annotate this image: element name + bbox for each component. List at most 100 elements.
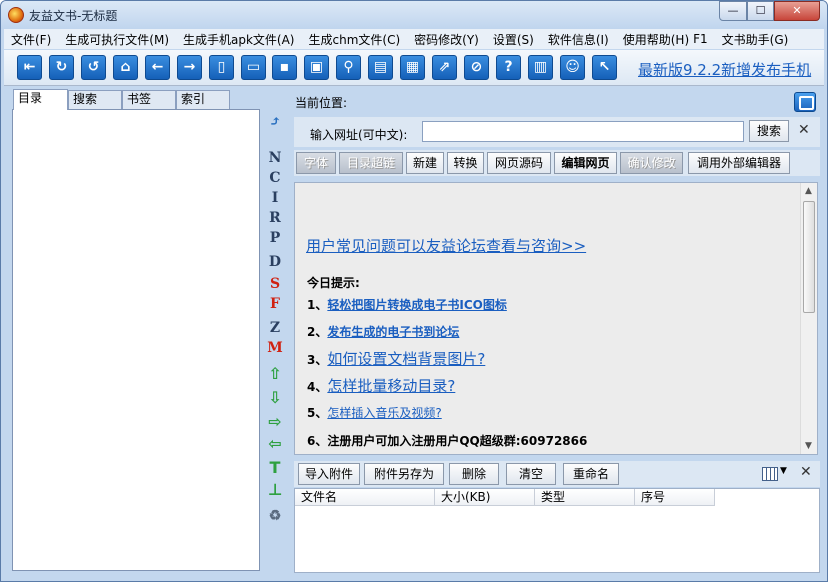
tab-search[interactable]: 搜索 bbox=[68, 90, 122, 109]
view-grid-icon[interactable] bbox=[762, 467, 778, 481]
catalog-link-button[interactable]: 目录超链 bbox=[339, 152, 403, 174]
side-tool-c[interactable]: C bbox=[266, 169, 284, 187]
help-icon[interactable]: ? bbox=[496, 55, 521, 80]
scroll-thumb[interactable] bbox=[803, 201, 815, 313]
tip-link[interactable]: 发布生成的电子书到论坛 bbox=[327, 325, 459, 339]
page-source-button[interactable]: 网页源码 bbox=[487, 152, 551, 174]
recycle-bin-icon[interactable]: ♻ bbox=[266, 507, 284, 525]
exit-icon[interactable]: ⇤ bbox=[17, 55, 42, 80]
export-icon[interactable]: ⇗ bbox=[432, 55, 457, 80]
save-attachment-as-button[interactable]: 附件另存为 bbox=[364, 463, 444, 485]
clear-button[interactable]: 清空 bbox=[506, 463, 556, 485]
side-tool-s[interactable]: S bbox=[266, 275, 284, 293]
side-tool-z[interactable]: Z bbox=[266, 319, 284, 337]
left-panel: 目录 搜索 书签 索引 N C I R P D S F Z M ⇧ ⇩ ⇨ ⇦ T ⊥ ♻ ⤴ bbox=[11, 89, 290, 573]
move-down-icon[interactable]: ⇩ bbox=[266, 389, 284, 407]
column-header-size[interactable]: 大小(KB) bbox=[435, 489, 535, 506]
tip-item: 3、如何设置文档背景图片? bbox=[307, 350, 486, 368]
external-editor-button[interactable]: 调用外部编辑器 bbox=[688, 152, 790, 174]
home-icon[interactable]: ⌂ bbox=[113, 55, 138, 80]
save-icon[interactable]: ▪ bbox=[272, 55, 297, 80]
move-right-icon[interactable]: ⇨ bbox=[266, 413, 284, 431]
url-bar: 输入网址(可中文): 搜索 ✕ bbox=[294, 117, 820, 147]
reload-icon[interactable]: ↺ bbox=[81, 55, 106, 80]
tip-link[interactable]: 怎样插入音乐及视频? bbox=[327, 406, 441, 420]
smile-icon[interactable]: ☺ bbox=[560, 55, 585, 80]
menu-password[interactable]: 密码修改(Y) bbox=[407, 31, 486, 48]
menu-settings[interactable]: 设置(S) bbox=[486, 31, 541, 48]
url-input[interactable] bbox=[422, 121, 744, 142]
tab-catalog[interactable]: 目录 bbox=[13, 89, 68, 110]
menu-build-chm[interactable]: 生成chm文件(C) bbox=[302, 31, 408, 48]
menu-software-info[interactable]: 软件信息(I) bbox=[541, 31, 616, 48]
side-tool-i[interactable]: I bbox=[266, 189, 284, 207]
delete-button[interactable]: 删除 bbox=[449, 463, 499, 485]
forward-icon[interactable]: → bbox=[177, 55, 202, 80]
menu-build-apk[interactable]: 生成手机apk文件(A) bbox=[176, 31, 302, 48]
camera-icon[interactable]: ▤ bbox=[368, 55, 393, 80]
rename-button[interactable]: 重命名 bbox=[563, 463, 619, 485]
back-icon[interactable]: ← bbox=[145, 55, 170, 80]
minimize-button[interactable]: — bbox=[719, 1, 747, 21]
scroll-up-icon[interactable]: ▲ bbox=[805, 186, 812, 196]
side-tool-p[interactable]: P bbox=[266, 229, 284, 247]
menu-file[interactable]: 文件(F) bbox=[4, 31, 58, 48]
tip-item: 1、轻松把图片转换成电子书ICO图标 bbox=[307, 298, 507, 312]
side-tool-n[interactable]: N bbox=[266, 149, 284, 167]
tip-link[interactable]: 如何设置文档背景图片? bbox=[327, 350, 485, 368]
level-up-icon[interactable]: ⤴ bbox=[266, 113, 284, 131]
move-left-icon[interactable]: ⇦ bbox=[266, 435, 284, 453]
news-link[interactable]: 最新版9.2.2新增发布手机 bbox=[638, 59, 811, 80]
notes-icon[interactable]: ▦ bbox=[400, 55, 425, 80]
scroll-down-icon[interactable]: ▼ bbox=[805, 441, 812, 451]
side-tool-m[interactable]: M bbox=[266, 339, 284, 357]
catalog-tree[interactable] bbox=[12, 109, 260, 571]
side-tool-r[interactable]: R bbox=[266, 209, 284, 227]
content-scrollbar[interactable]: ▲ ▼ bbox=[800, 183, 817, 454]
search-button[interactable]: 搜索 bbox=[749, 120, 789, 142]
tab-index[interactable]: 索引 bbox=[176, 90, 230, 109]
column-header-order[interactable]: 序号 bbox=[635, 489, 715, 506]
book-icon[interactable]: ▥ bbox=[528, 55, 553, 80]
menu-build-exe[interactable]: 生成可执行文件(M) bbox=[58, 31, 176, 48]
tab-bookmarks[interactable]: 书签 bbox=[122, 90, 176, 109]
column-header-filename[interactable]: 文件名 bbox=[295, 489, 435, 506]
faq-link[interactable]: 用户常见问题可以友益论坛查看与咨询>> bbox=[306, 235, 586, 256]
content-view: 用户常见问题可以友益论坛查看与咨询>> 今日提示: 1、轻松把图片转换成电子书I… bbox=[294, 182, 818, 455]
new-button[interactable]: 新建 bbox=[406, 152, 444, 174]
tip-item: 6、注册用户可加入注册用户QQ超级群:60972866 bbox=[307, 434, 588, 448]
search-icon[interactable]: ⚲ bbox=[336, 55, 361, 80]
close-attachment-bar-icon[interactable]: ✕ bbox=[800, 464, 812, 480]
move-bottom-icon[interactable]: ⊥ bbox=[266, 481, 284, 499]
window-toggle-icon[interactable] bbox=[794, 92, 816, 112]
attachment-table: 文件名 大小(KB) 类型 序号 bbox=[294, 488, 820, 573]
move-top-icon[interactable]: T bbox=[266, 459, 284, 477]
import-attachment-button[interactable]: 导入附件 bbox=[298, 463, 360, 485]
convert-button[interactable]: 转换 bbox=[447, 152, 484, 174]
tip-text: 注册用户可加入注册用户QQ超级群:60972866 bbox=[327, 434, 588, 448]
font-button[interactable]: 字体 bbox=[296, 152, 336, 174]
link-icon[interactable]: ⊘ bbox=[464, 55, 489, 80]
menu-assistant[interactable]: 文书助手(G) bbox=[715, 31, 796, 48]
close-url-bar-icon[interactable]: ✕ bbox=[798, 122, 810, 138]
move-up-icon[interactable]: ⇧ bbox=[266, 365, 284, 383]
column-header-type[interactable]: 类型 bbox=[535, 489, 635, 506]
menu-f1[interactable]: F1 bbox=[691, 32, 715, 46]
edit-page-button[interactable]: 编辑网页 bbox=[554, 152, 617, 174]
chevron-down-icon[interactable]: ▼ bbox=[780, 466, 787, 476]
tip-link[interactable]: 怎样批量移动目录? bbox=[327, 377, 455, 395]
side-tool-f[interactable]: F bbox=[266, 295, 284, 313]
save-as-icon[interactable]: ▣ bbox=[304, 55, 329, 80]
pointer-icon[interactable]: ↖ bbox=[592, 55, 617, 80]
new-doc-icon[interactable]: ▯ bbox=[209, 55, 234, 80]
menu-help[interactable]: 使用帮助(H) bbox=[616, 31, 691, 48]
attachment-bar: 导入附件 附件另存为 删除 清空 重命名 ▼ ✕ bbox=[294, 461, 820, 487]
side-tool-d[interactable]: D bbox=[266, 253, 284, 271]
open-folder-icon[interactable]: ▭ bbox=[241, 55, 266, 80]
confirm-edit-button[interactable]: 确认修改 bbox=[620, 152, 683, 174]
close-window-button[interactable]: ✕ bbox=[774, 1, 820, 21]
tip-link[interactable]: 轻松把图片转换成电子书ICO图标 bbox=[327, 298, 506, 312]
maximize-button[interactable]: ☐ bbox=[747, 1, 774, 21]
refresh-icon[interactable]: ↻ bbox=[49, 55, 74, 80]
title-bar: 友益文书-无标题 — ☐ ✕ bbox=[1, 1, 827, 29]
